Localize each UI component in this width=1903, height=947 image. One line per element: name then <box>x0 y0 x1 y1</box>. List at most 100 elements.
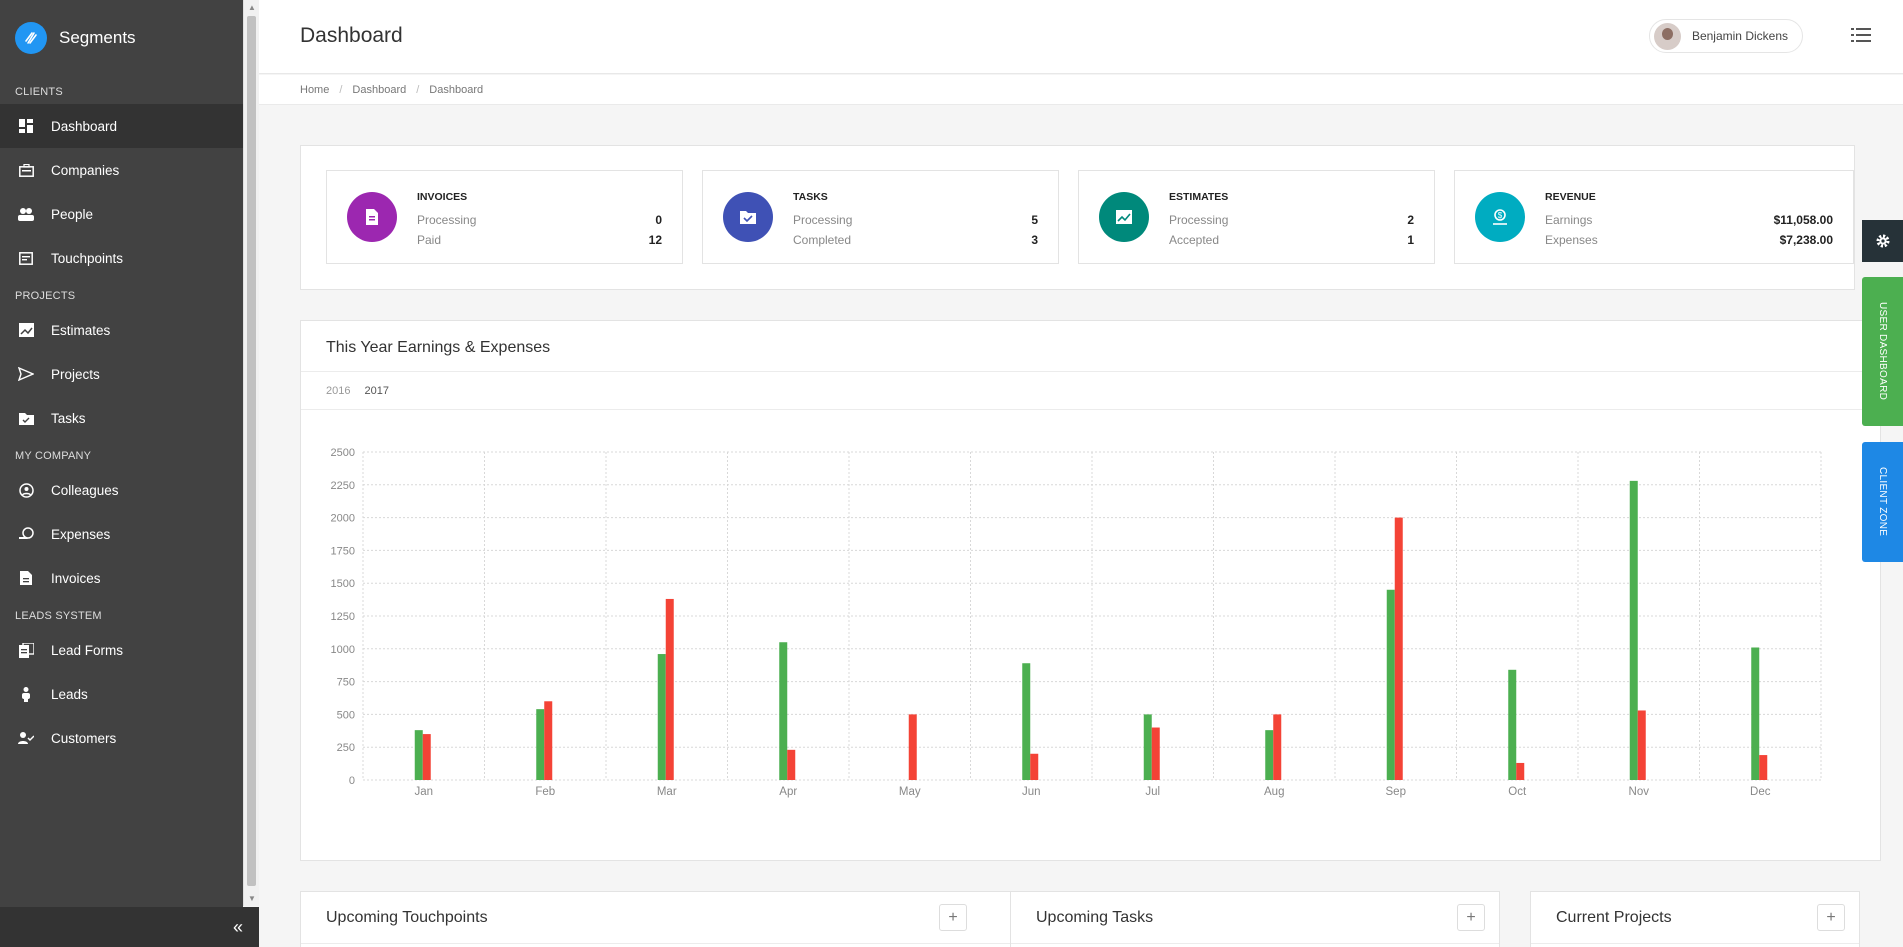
list-menu-icon[interactable] <box>1851 28 1871 47</box>
y-tick-label: 1250 <box>331 611 355 623</box>
sidebar-item-companies[interactable]: Companies <box>0 148 243 192</box>
nav-section-title: PROJECTS <box>15 290 76 302</box>
sidebar-item-lead-forms[interactable]: Lead Forms <box>0 628 243 672</box>
chart-bar <box>1516 762 1525 780</box>
sidebar-item-label: Tasks <box>51 410 86 426</box>
stat-title: ESTIMATES <box>1169 191 1229 203</box>
sidebar-item-label: Companies <box>51 162 120 178</box>
sidebar-item-projects[interactable]: Projects <box>0 352 243 396</box>
chart-bar <box>1637 710 1646 780</box>
stat-card-invoices[interactable]: INVOICES Processing 0 Paid 12 <box>326 170 683 264</box>
projects-icon <box>18 366 34 382</box>
chart-bar <box>414 730 423 780</box>
user-name: Benjamin Dickens <box>1691 29 1788 43</box>
settings-gear-icon[interactable] <box>1862 220 1903 262</box>
chart-bar <box>787 749 796 780</box>
stat-card-revenue[interactable]: $ REVENUE Earnings $11,058.00 Expenses $7,… <box>1454 170 1854 264</box>
sidebar-scrollbar[interactable]: ▲ ▼ <box>243 0 259 906</box>
scroll-up-icon[interactable]: ▲ <box>248 3 256 12</box>
sidebar-item-label: Projects <box>51 366 100 382</box>
add-touchpoint-button[interactable]: + <box>939 904 967 931</box>
x-tick-label: Dec <box>1750 786 1771 798</box>
stat-label: Processing <box>417 213 477 227</box>
invoice-icon <box>347 192 397 242</box>
user-menu[interactable]: Benjamin Dickens <box>1648 19 1803 53</box>
y-tick-label: 2250 <box>331 480 355 492</box>
y-tick-label: 1000 <box>331 644 355 656</box>
client-zone-tab[interactable]: CLIENT ZONE <box>1862 442 1903 562</box>
stat-label: Processing <box>793 213 853 227</box>
y-tick-label: 750 <box>337 677 355 689</box>
add-task-button[interactable]: + <box>1457 904 1485 931</box>
nav-section-title: LEADS SYSTEM <box>15 610 102 622</box>
y-tick-label: 1750 <box>331 545 355 557</box>
stats-panel: INVOICES Processing 0 Paid 12 TASKS Proces… <box>300 145 1855 290</box>
chart-bar <box>1386 589 1395 780</box>
x-tick-label: Nov <box>1629 786 1650 798</box>
tab-year-2017[interactable]: 2017 <box>364 385 388 397</box>
stat-card-tasks[interactable]: TASKS Processing 5 Completed 3 <box>702 170 1059 264</box>
stat-value: 5 <box>1031 213 1038 227</box>
sidebar-item-customers[interactable]: Customers <box>0 716 243 760</box>
svg-text:$: $ <box>1498 211 1503 220</box>
x-tick-label: Aug <box>1264 786 1284 798</box>
estimates-chart-icon <box>1099 192 1149 242</box>
y-tick-label: 0 <box>349 775 355 787</box>
sidebar-item-touchpoints[interactable]: Touchpoints <box>0 236 243 280</box>
sidebar-item-estimates[interactable]: Estimates <box>0 308 243 352</box>
chart-bar <box>1751 647 1760 780</box>
chart-bar <box>1759 755 1768 780</box>
sidebar-item-tasks[interactable]: Tasks <box>0 396 243 440</box>
stat-row: Processing 5 <box>793 213 1038 227</box>
touchpoints-icon <box>18 250 34 266</box>
x-tick-label: Jun <box>1022 786 1041 798</box>
sidebar-item-label: Customers <box>51 730 117 746</box>
add-project-button[interactable]: + <box>1817 904 1845 931</box>
stat-label: Paid <box>417 233 442 247</box>
collapse-sidebar-icon[interactable]: « <box>233 917 243 938</box>
tab-year-2016[interactable]: 2016 <box>326 385 350 397</box>
scroll-down-icon[interactable]: ▼ <box>248 894 256 903</box>
year-tabs: 2016 2017 <box>326 385 389 397</box>
sidebar-item-label: Invoices <box>51 570 101 586</box>
chart-bar <box>1151 727 1160 780</box>
stat-row: Expenses $7,238.00 <box>1545 233 1833 247</box>
stat-row: Completed 3 <box>793 233 1038 247</box>
sidebar-item-label: Colleagues <box>51 482 119 498</box>
sidebar-item-people[interactable]: People <box>0 192 243 236</box>
chart-bar <box>544 701 553 780</box>
stat-row: Earnings $11,058.00 <box>1545 213 1833 227</box>
stat-value: $7,238.00 <box>1779 233 1833 247</box>
breadcrumb-home[interactable]: Home <box>300 84 329 96</box>
stat-label: Accepted <box>1169 233 1220 247</box>
breadcrumb-dashboard[interactable]: Dashboard <box>352 84 406 96</box>
sidebar-item-invoices[interactable]: Invoices <box>0 556 243 600</box>
stat-label: Completed <box>793 233 852 247</box>
nav-section-title: MY COMPANY <box>15 450 92 462</box>
leads-icon <box>18 686 34 702</box>
earnings-expenses-panel: This Year Earnings & Expenses 2016 2017 … <box>300 320 1881 861</box>
sidebar-item-colleagues[interactable]: Colleagues <box>0 468 243 512</box>
y-tick-label: 250 <box>337 742 355 754</box>
sidebar-item-dashboard[interactable]: Dashboard <box>0 104 243 148</box>
expenses-icon <box>18 526 34 542</box>
invoices-icon <box>18 570 34 586</box>
sidebar-item-expenses[interactable]: Expenses <box>0 512 243 556</box>
y-tick-label: 500 <box>337 709 355 721</box>
y-tick-label: 2500 <box>331 447 355 459</box>
brand[interactable]: Segments <box>0 0 243 76</box>
user-dashboard-tab[interactable]: USER DASHBOARD <box>1862 277 1903 426</box>
stat-card-estimates[interactable]: ESTIMATES Processing 2 Accepted 1 <box>1078 170 1435 264</box>
stat-row: Accepted 1 <box>1169 233 1414 247</box>
sidebar-item-label: People <box>51 206 94 222</box>
avatar <box>1653 22 1681 50</box>
sidebar-item-leads[interactable]: Leads <box>0 672 243 716</box>
colleagues-icon <box>18 482 34 498</box>
stat-row: Paid 12 <box>417 233 662 247</box>
scrollbar-thumb[interactable] <box>247 16 256 886</box>
chart-bar <box>1629 480 1638 780</box>
x-tick-label: Oct <box>1508 786 1527 798</box>
nav-section-title: CLIENTS <box>15 86 63 98</box>
upcoming-touchpoints-panel: Upcoming Touchpoints + <box>300 891 1014 947</box>
x-tick-label: Apr <box>779 786 797 798</box>
